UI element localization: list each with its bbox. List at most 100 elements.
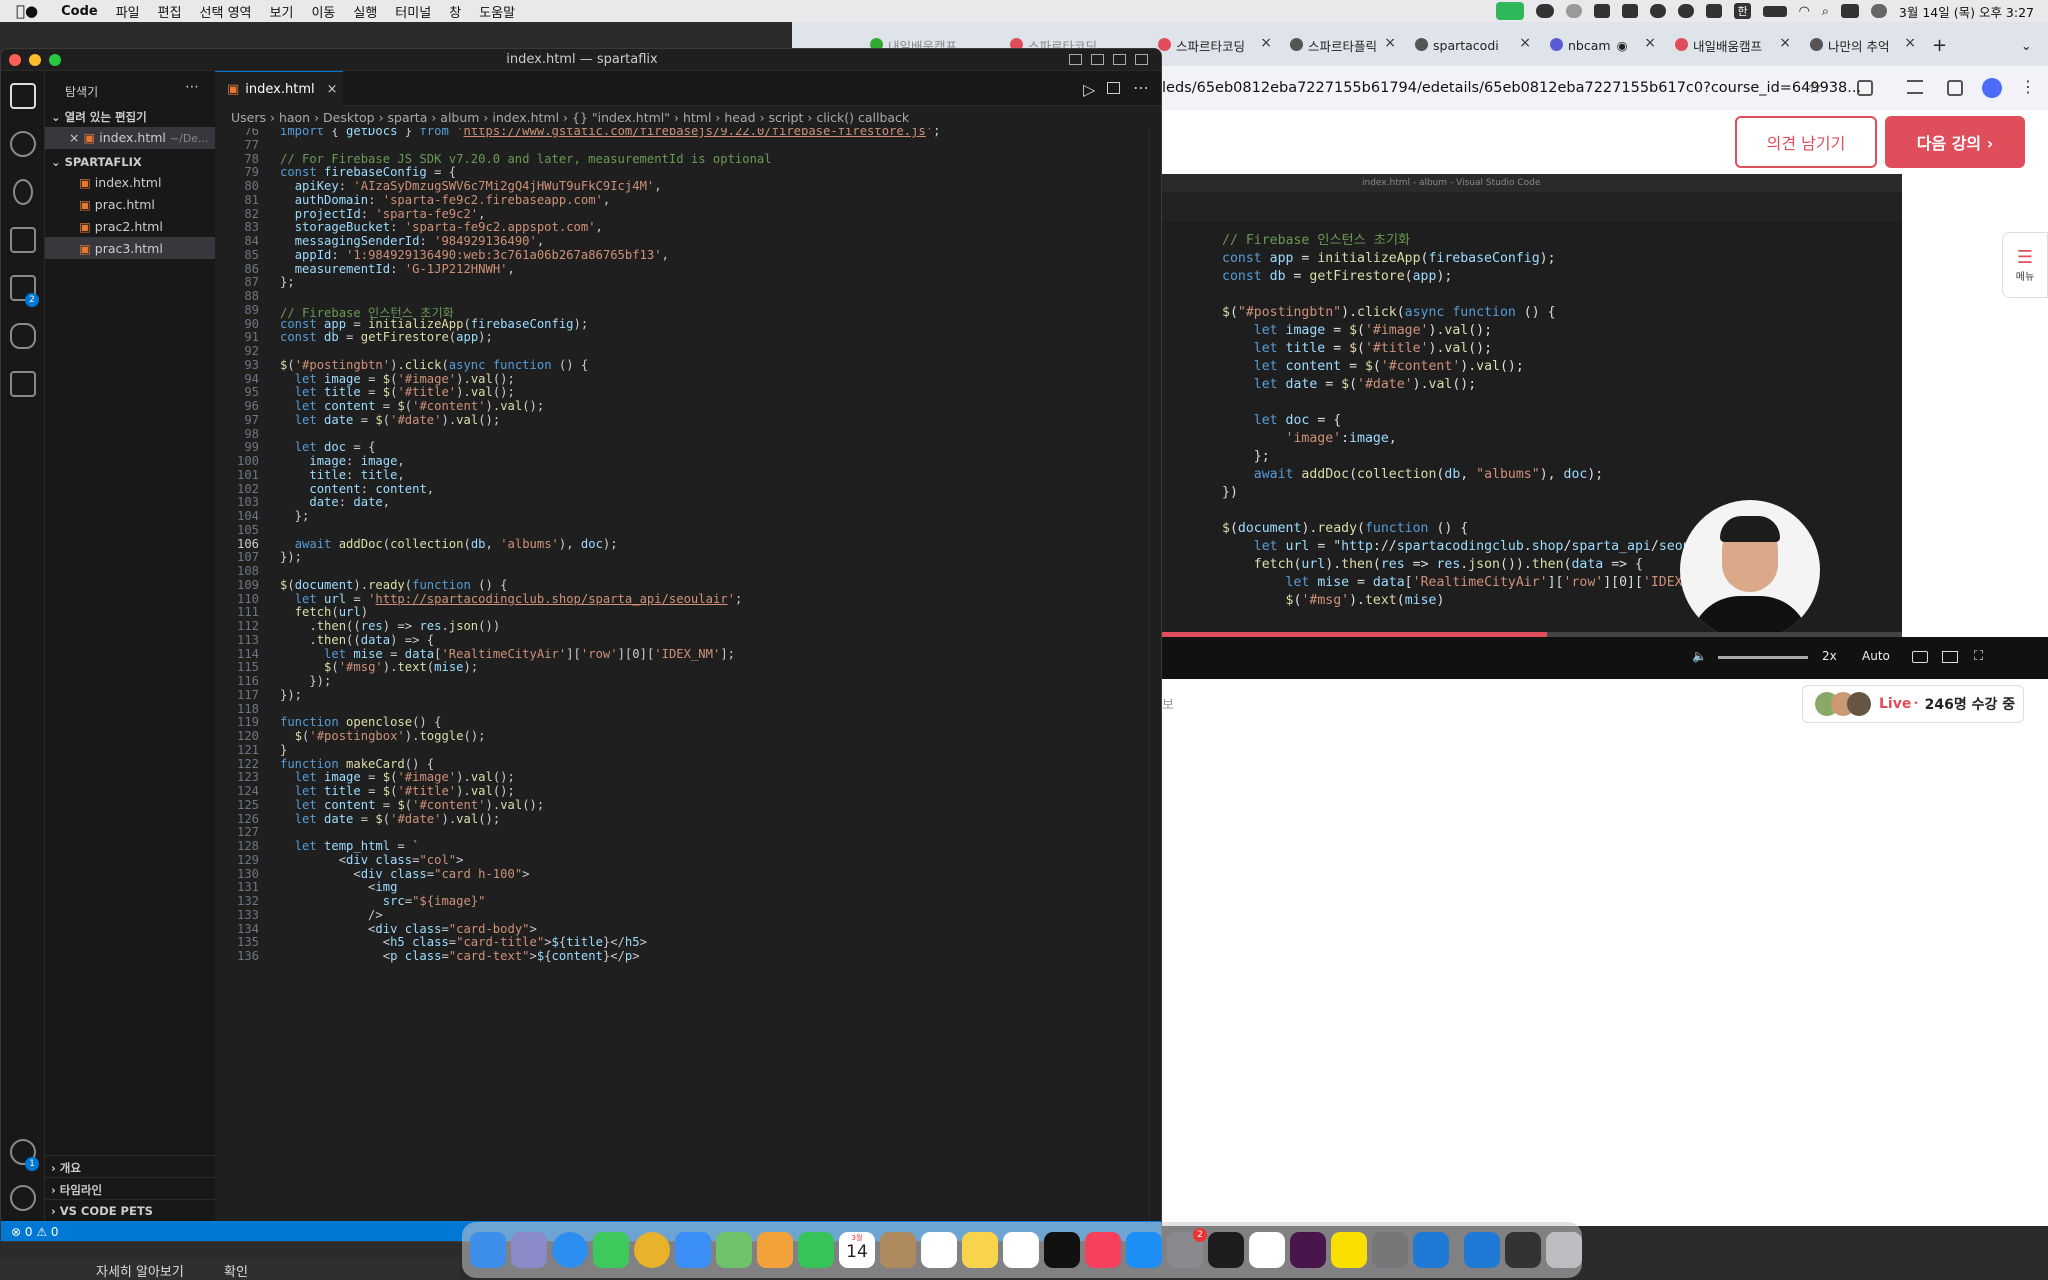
menu-run[interactable]: 실행 — [344, 2, 386, 21]
facetime-icon[interactable] — [798, 1232, 834, 1268]
chat-icon[interactable] — [1566, 4, 1583, 18]
file-item-prac3[interactable]: ▣ prac3.html — [45, 237, 215, 259]
tab-close-icon[interactable]: × — [1644, 35, 1656, 51]
kakaotalk-icon[interactable] — [1331, 1232, 1367, 1268]
settings-gear-icon[interactable] — [10, 1185, 36, 1211]
music-icon[interactable] — [1085, 1232, 1121, 1268]
chrome-icon[interactable] — [634, 1232, 670, 1268]
code-line[interactable]: $('#postingbox').toggle(); — [280, 729, 486, 743]
code-line[interactable]: }); — [280, 688, 302, 702]
notion-icon[interactable] — [1594, 4, 1611, 18]
customize-layout-icon[interactable] — [1135, 54, 1148, 65]
confirm-link[interactable]: 확인 — [224, 1261, 248, 1280]
code-line[interactable]: $('#postingbtn').click(async function ()… — [280, 358, 588, 372]
code-line[interactable]: let title = $('#title').val(); — [280, 385, 515, 399]
code-line[interactable]: src="${image}" — [280, 894, 486, 908]
finder-icon[interactable] — [470, 1232, 506, 1268]
code-line[interactable]: storageBucket: 'sparta-fe9c2.appspot.com… — [280, 220, 603, 234]
photos-icon[interactable] — [757, 1232, 793, 1268]
quality-button[interactable]: Auto — [1862, 649, 1890, 663]
messages-icon[interactable] — [593, 1232, 629, 1268]
postman-icon[interactable] — [1372, 1232, 1408, 1268]
safari-icon[interactable] — [552, 1232, 588, 1268]
problems-status[interactable]: ⊗ 0 ⚠ 0 — [11, 1225, 59, 1239]
tab-close-icon[interactable]: × — [1904, 35, 1916, 51]
menu-terminal[interactable]: 터미널 — [386, 2, 440, 21]
terminal-window-icon[interactable] — [1505, 1232, 1541, 1268]
code-line[interactable]: function makeCard() { — [280, 757, 434, 771]
code-line[interactable]: let doc = { — [280, 440, 376, 454]
cloud-icon[interactable] — [1536, 4, 1555, 18]
code-line[interactable]: <p class="card-text">${content}</p> — [280, 949, 640, 963]
facetime-icon[interactable] — [1496, 2, 1525, 20]
reminders-icon[interactable] — [921, 1232, 957, 1268]
code-line[interactable]: .then((res) => res.json()) — [280, 619, 500, 633]
file-item-prac[interactable]: ▣ prac.html — [79, 197, 155, 212]
breadcrumb[interactable]: Users › haon › Desktop › sparta › album … — [215, 106, 1161, 128]
code-line[interactable]: function openclose() { — [280, 715, 441, 729]
learn-more-link[interactable]: 자세히 알아보기 — [96, 1261, 184, 1280]
code-line[interactable]: projectId: 'sparta-fe9c2', — [280, 207, 486, 221]
code-line[interactable]: fetch(url) — [280, 605, 368, 619]
database-icon[interactable] — [10, 323, 36, 349]
code-line[interactable]: let date = $('#date').val(); — [280, 812, 501, 826]
menu-selection[interactable]: 선택 영역 — [191, 2, 261, 21]
menu-file[interactable]: 파일 — [107, 2, 149, 21]
source-control-icon[interactable] — [13, 179, 33, 205]
media-icon[interactable] — [1907, 80, 1923, 94]
code-line[interactable]: <div class="col"> — [280, 853, 464, 867]
project-manager-icon[interactable] — [10, 371, 36, 397]
calendar-icon[interactable]: 3월 14 — [839, 1232, 875, 1268]
code-line[interactable]: const app = initializeApp(firebaseConfig… — [280, 317, 588, 331]
explorer-icon[interactable] — [10, 83, 36, 109]
code-line[interactable]: const db = getFirestore(app); — [280, 330, 493, 344]
editor-more-icon[interactable]: ⋯ — [1133, 78, 1149, 97]
notes-icon[interactable] — [962, 1232, 998, 1268]
code-line[interactable]: date: date, — [280, 495, 390, 509]
volume-icon[interactable]: 🔈 — [1692, 649, 1707, 663]
code-line[interactable]: title: title, — [280, 468, 404, 482]
tab-close-icon[interactable]: × — [1384, 35, 1396, 51]
toggle-secondary-sidebar-icon[interactable] — [1113, 54, 1126, 65]
code-line[interactable]: appId: '1:984929136490:web:3c761a06b267a… — [280, 248, 669, 262]
code-line[interactable]: let image = $('#image').val(); — [280, 372, 515, 386]
tab-4[interactable]: nbcam ◉ × — [1542, 30, 1662, 60]
tab-1[interactable]: 스파르타코딩 × — [1150, 30, 1278, 60]
search-icon[interactable] — [10, 131, 36, 157]
tab-close-icon[interactable]: × — [1260, 35, 1272, 51]
code-line[interactable]: const firebaseConfig = { — [280, 165, 456, 179]
file-item-index[interactable]: ▣ index.html — [79, 175, 161, 190]
menu-window[interactable]: 창 — [440, 2, 470, 21]
code-line[interactable]: }; — [280, 509, 310, 523]
code-line[interactable]: // For Firebase JS SDK v7.20.0 and later… — [280, 152, 772, 166]
siri-icon[interactable] — [1870, 4, 1887, 18]
file-item-prac2[interactable]: ▣ prac2.html — [79, 219, 163, 234]
terminal-icon[interactable] — [1208, 1232, 1244, 1268]
appstore-icon[interactable] — [1126, 1232, 1162, 1268]
folder-section[interactable]: ⌄ SPARTAFLIX — [51, 155, 142, 169]
code-line[interactable]: /> — [280, 908, 383, 922]
code-line[interactable]: measurementId: 'G-1JP212HNWH', — [280, 262, 515, 276]
tab-5[interactable]: 내일배움캠프 × — [1667, 30, 1797, 60]
slack-icon[interactable] — [1290, 1232, 1326, 1268]
code-line[interactable]: $('#msg').text(mise); — [280, 660, 478, 674]
open-editor-item[interactable]: × ▣ index.html ~/De... — [45, 127, 215, 149]
coffee-icon[interactable] — [1622, 4, 1639, 18]
tab-list-chevron-icon[interactable]: ⌄ — [2017, 30, 2041, 60]
feedback-button[interactable]: 의견 남기기 — [1735, 116, 1877, 168]
code-line[interactable]: let mise = data['RealtimeCityAir']['row'… — [280, 647, 735, 661]
code-editor[interactable]: 76 import { getDocs } from 'https://www.g… — [215, 128, 1161, 1221]
code-line[interactable]: authDomain: 'sparta-fe9c2.firebaseapp.co… — [280, 193, 611, 207]
code-line[interactable]: <div class="card-body"> — [280, 922, 537, 936]
notion-icon[interactable] — [1249, 1232, 1285, 1268]
menubar-clock[interactable]: 3월 14일 (목) 오후 3:27 — [1899, 2, 2034, 21]
close-window-button[interactable] — [9, 54, 21, 66]
code-line[interactable]: image: image, — [280, 454, 404, 468]
code-line[interactable]: .then((data) => { — [280, 633, 434, 647]
run-icon[interactable]: ▷ — [1083, 80, 1095, 99]
vscode-icon[interactable] — [1413, 1232, 1449, 1268]
code-line[interactable]: let url = 'http://spartacodingclub.shop/… — [280, 592, 743, 606]
code-line[interactable]: let content = $('#content').val(); — [280, 399, 545, 413]
split-editor-icon[interactable] — [1107, 82, 1120, 94]
theater-mode-icon[interactable] — [1942, 651, 1958, 663]
